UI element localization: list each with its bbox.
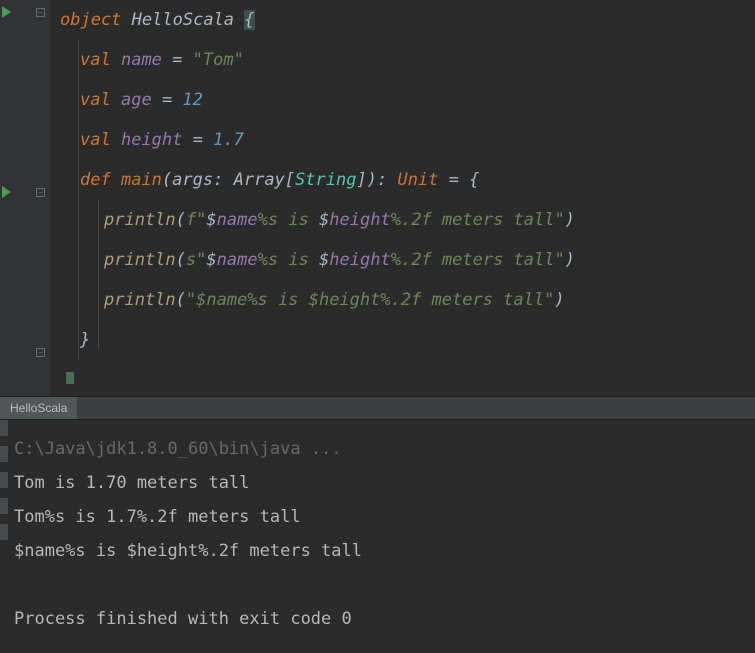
console-exit: Process finished with exit code 0 (14, 602, 741, 636)
tool-icon[interactable] (0, 524, 8, 540)
code-line: val height = 1.7 (60, 120, 575, 160)
number-literal: 1.7 (213, 130, 244, 150)
method-main: main (121, 170, 162, 190)
console-line: Tom is 1.70 meters tall (14, 466, 741, 500)
tab-label: HelloScala (10, 401, 67, 415)
interp-prefix: s (186, 250, 196, 270)
fold-minus-icon[interactable]: − (36, 348, 45, 357)
code-line: println(f"$name%s is $height%.2f meters … (60, 200, 575, 240)
toolwindow-bar (0, 420, 8, 620)
code-line: } (60, 320, 575, 360)
type-array: Array (234, 170, 285, 190)
interp-var: height (329, 250, 390, 270)
code-line: println(s"$name%s is $height%.2f meters … (60, 240, 575, 280)
equals: = (162, 90, 182, 110)
close-brace: } (80, 330, 90, 350)
console-blank (14, 568, 741, 602)
var-name: name (121, 50, 162, 70)
keyword-val: val (80, 90, 111, 110)
interp-var: name (217, 250, 258, 270)
console-tab-bar: HelloScala (0, 396, 755, 420)
tool-icon[interactable] (0, 472, 8, 488)
tool-icon[interactable] (0, 446, 8, 462)
call-println: println (104, 210, 176, 230)
var-age: age (121, 90, 152, 110)
code-line: def main(args: Array[String]): Unit = { (60, 160, 575, 200)
var-height: height (121, 130, 182, 150)
call-println: println (104, 290, 176, 310)
open-brace: { (244, 10, 254, 30)
caret-icon (66, 372, 74, 384)
code-editor[interactable]: object HelloScala { val name = "Tom" val… (50, 0, 575, 396)
tool-icon[interactable] (0, 420, 8, 436)
tool-icon[interactable] (0, 498, 8, 514)
string-literal: "$name%s is $height%.2f meters tall" (186, 290, 554, 310)
keyword-val: val (80, 130, 111, 150)
console-command: C:\Java\jdk1.8.0_60\bin\java ... (14, 432, 741, 466)
string-literal: "Tom" (193, 50, 244, 70)
fold-minus-icon[interactable]: − (36, 8, 45, 17)
param-args: args (172, 170, 213, 190)
keyword-val: val (80, 50, 111, 70)
interp-var: name (217, 210, 258, 230)
keyword-def: def (80, 170, 111, 190)
equals: = (172, 50, 192, 70)
equals: = (193, 130, 213, 150)
code-line: println("$name%s is $height%.2f meters t… (60, 280, 575, 320)
gutter: − − − (0, 0, 50, 396)
tab-helloscala[interactable]: HelloScala (0, 397, 77, 419)
interp-prefix: f (186, 210, 196, 230)
type-string: String (295, 170, 356, 190)
editor-area: − − − object HelloScala { val name = "To… (0, 0, 755, 396)
run-icon[interactable] (2, 186, 11, 198)
type-unit: Unit (397, 170, 438, 190)
code-line: object HelloScala { (60, 0, 575, 40)
code-line: val age = 12 (60, 80, 575, 120)
fold-minus-icon[interactable]: − (36, 188, 45, 197)
console-output[interactable]: C:\Java\jdk1.8.0_60\bin\java ... Tom is … (0, 420, 755, 653)
run-icon[interactable] (2, 6, 11, 18)
console-line: $name%s is $height%.2f meters tall (14, 534, 741, 568)
interp-var: height (329, 210, 390, 230)
keyword-object: object (60, 10, 121, 30)
class-name: HelloScala (132, 10, 245, 30)
call-println: println (104, 250, 176, 270)
code-line: val name = "Tom" (60, 40, 575, 80)
console-line: Tom%s is 1.7%.2f meters tall (14, 500, 741, 534)
number-literal: 12 (182, 90, 202, 110)
